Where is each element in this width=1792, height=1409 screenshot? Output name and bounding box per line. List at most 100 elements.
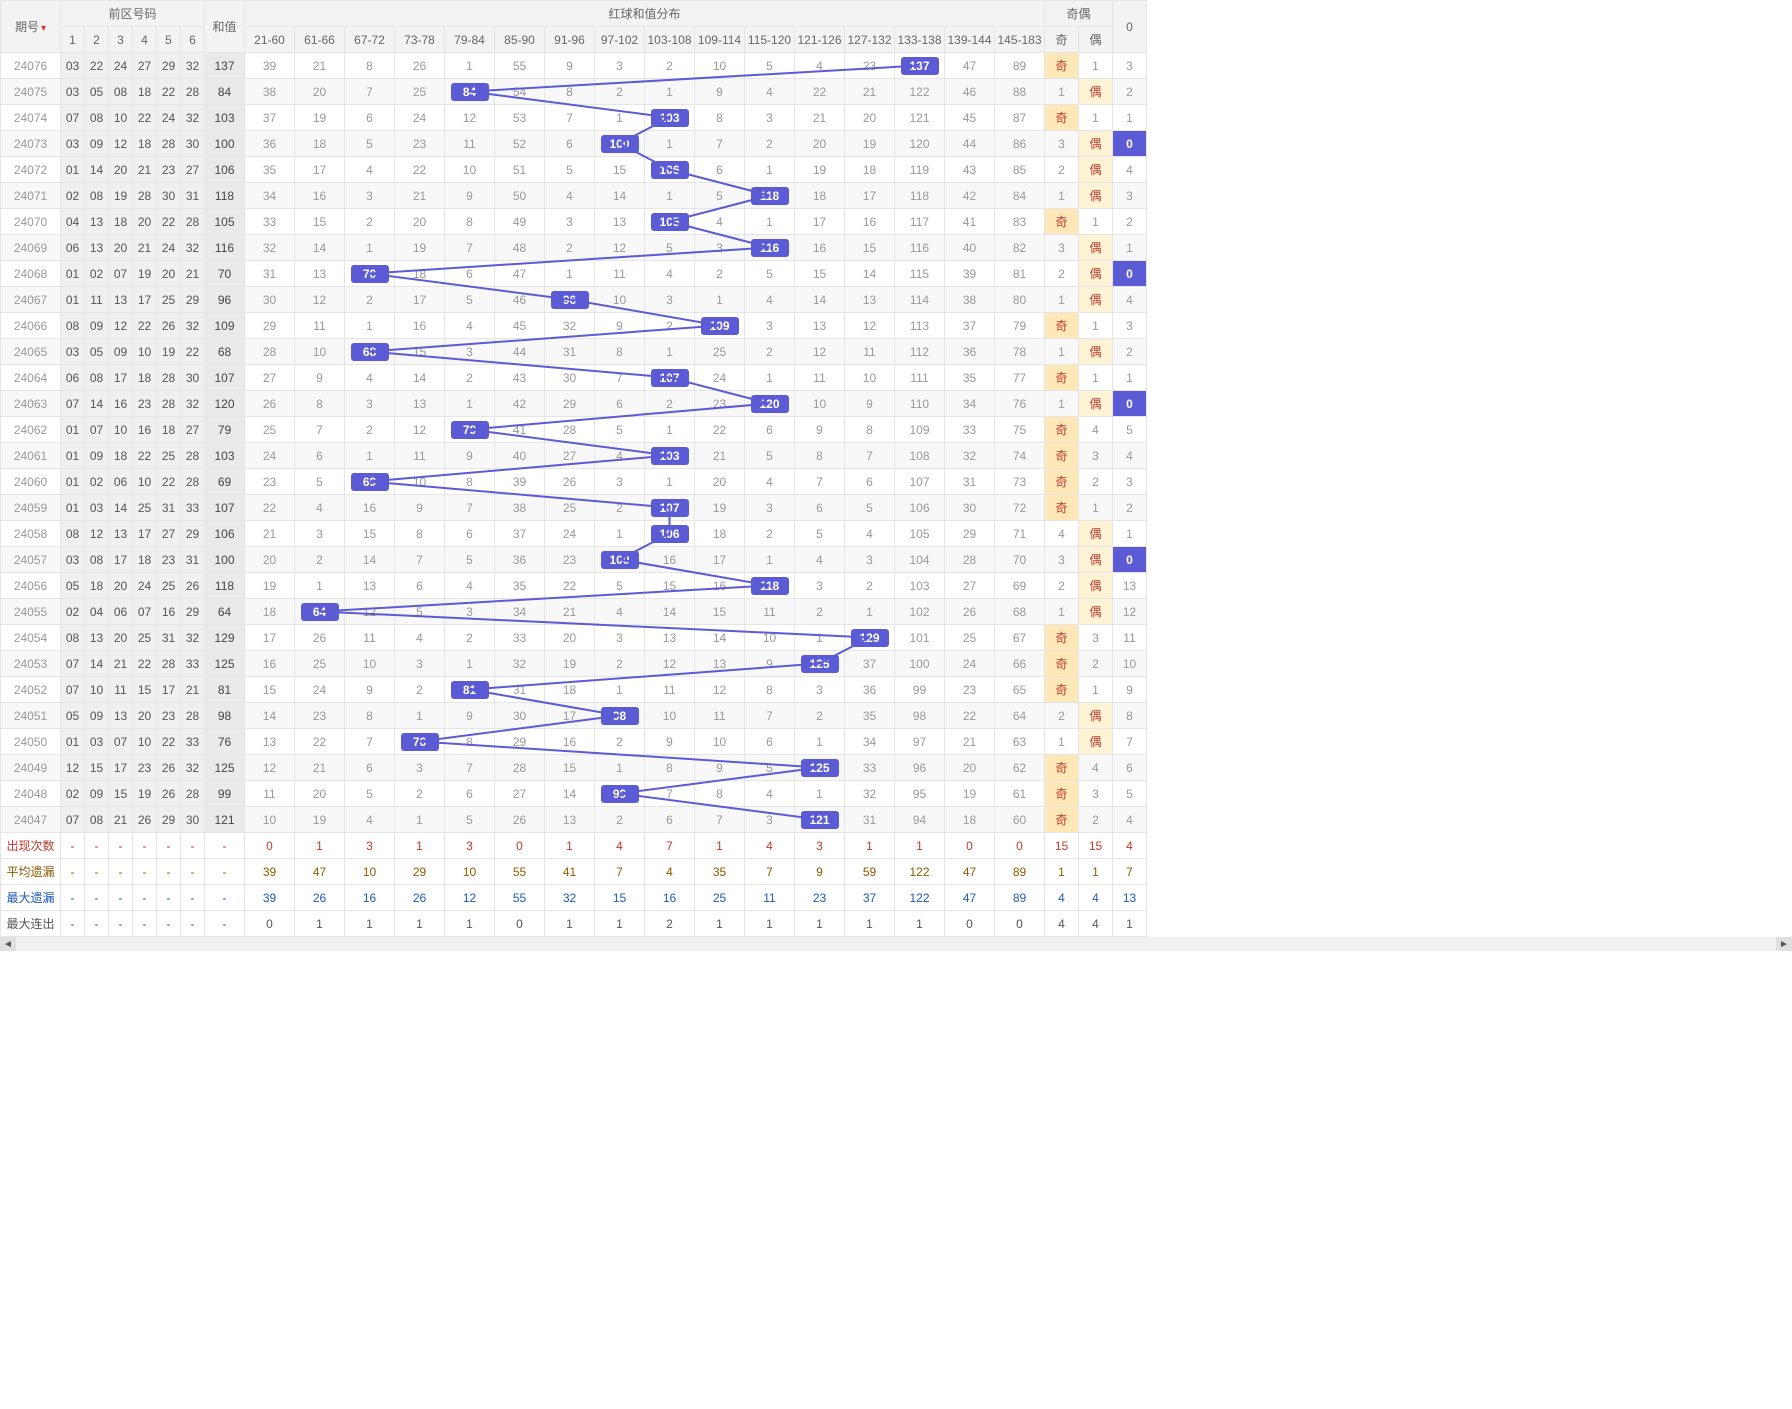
cell-ball: 21 <box>109 807 133 833</box>
footer-cell: - <box>205 911 245 937</box>
cell-ball: 01 <box>61 443 85 469</box>
cell-dist: 25 <box>245 417 295 443</box>
footer-cell: - <box>133 911 157 937</box>
cell-ball: 03 <box>85 729 109 755</box>
cell-dist: 28 <box>245 339 295 365</box>
footer-cell: 0 <box>245 833 295 859</box>
footer-cell: - <box>61 859 85 885</box>
cell-zero: 4 <box>1113 287 1147 313</box>
table-row: 2406503050910192268281068153443181252121… <box>1 339 1147 365</box>
cell-parity-even: 3 <box>1079 625 1113 651</box>
cell-dist: 3 <box>845 547 895 573</box>
header-period[interactable]: 期号▾ <box>1 1 61 53</box>
cell-dist: 24 <box>395 105 445 131</box>
footer-cell: 0 <box>245 911 295 937</box>
cell-dist: 83 <box>995 209 1045 235</box>
footer-cell: - <box>109 833 133 859</box>
scroll-left-arrow[interactable]: ◄ <box>0 937 16 951</box>
cell-dist: 17 <box>795 209 845 235</box>
cell-ball: 03 <box>61 339 85 365</box>
cell-dist: 4 <box>745 79 795 105</box>
cell-dist: 32 <box>545 313 595 339</box>
footer-cell: 47 <box>945 885 995 911</box>
cell-dist: 2 <box>545 235 595 261</box>
cell-ball: 12 <box>85 521 109 547</box>
cell-ball: 18 <box>133 547 157 573</box>
cell-dist: 8 <box>345 53 395 79</box>
cell-dist: 30 <box>945 495 995 521</box>
cell-dist: 9 <box>595 313 645 339</box>
cell-zero: 3 <box>1113 183 1147 209</box>
cell-dist: 49 <box>495 209 545 235</box>
cell-ball: 22 <box>85 53 109 79</box>
cell-parity-odd: 1 <box>1045 729 1079 755</box>
cell-dist: 4 <box>745 469 795 495</box>
cell-dist: 45 <box>495 313 545 339</box>
cell-ball: 07 <box>109 729 133 755</box>
footer-cell: 2 <box>645 911 695 937</box>
cell-dist: 17 <box>395 287 445 313</box>
cell-period: 24053 <box>1 651 61 677</box>
cell-dist: 103 <box>645 105 695 131</box>
cell-dist: 37 <box>945 313 995 339</box>
cell-dist: 20 <box>295 781 345 807</box>
cell-ball: 29 <box>181 287 205 313</box>
footer-cell: 89 <box>995 885 1045 911</box>
scroll-right-arrow[interactable]: ► <box>1776 937 1792 951</box>
cell-dist: 2 <box>745 131 795 157</box>
cell-sum: 129 <box>205 625 245 651</box>
table-row: 2405703081718233110020214753623100161714… <box>1 547 1147 573</box>
header-range: 79-84 <box>445 27 495 53</box>
cell-ball: 23 <box>133 755 157 781</box>
cell-dist: 22 <box>795 79 845 105</box>
cell-ball: 13 <box>85 625 109 651</box>
cell-ball: 17 <box>133 521 157 547</box>
cell-ball: 13 <box>109 521 133 547</box>
cell-dist: 41 <box>495 417 545 443</box>
cell-dist: 13 <box>345 573 395 599</box>
cell-ball: 29 <box>181 521 205 547</box>
cell-dist: 21 <box>395 183 445 209</box>
cell-dist: 14 <box>695 625 745 651</box>
cell-dist: 11 <box>345 625 395 651</box>
cell-dist: 1 <box>395 807 445 833</box>
cell-dist: 26 <box>245 391 295 417</box>
cell-dist: 1 <box>345 313 395 339</box>
cell-dist: 70 <box>995 547 1045 573</box>
cell-dist: 15 <box>345 521 395 547</box>
cell-zero: 2 <box>1113 209 1147 235</box>
header-parity: 偶 <box>1079 27 1113 53</box>
cell-dist: 7 <box>295 417 345 443</box>
cell-dist: 1 <box>695 287 745 313</box>
cell-dist: 17 <box>545 703 595 729</box>
cell-dist: 6 <box>395 573 445 599</box>
cell-dist: 64 <box>295 599 345 625</box>
footer-cell: 15 <box>1045 833 1079 859</box>
footer-cell: 15 <box>1079 833 1113 859</box>
footer-cell: - <box>85 833 109 859</box>
cell-dist: 118 <box>895 183 945 209</box>
footer-cell: - <box>61 911 85 937</box>
cell-ball: 25 <box>133 625 157 651</box>
cell-ball: 17 <box>157 677 181 703</box>
cell-dist: 114 <box>895 287 945 313</box>
cell-dist: 76 <box>995 391 1045 417</box>
cell-ball: 28 <box>181 703 205 729</box>
cell-parity-even: 偶 <box>1079 287 1113 313</box>
cell-dist: 2 <box>445 625 495 651</box>
cell-dist: 11 <box>445 131 495 157</box>
cell-period: 24065 <box>1 339 61 365</box>
cell-dist: 2 <box>345 287 395 313</box>
cell-parity-odd: 奇 <box>1045 781 1079 807</box>
cell-dist: 113 <box>895 313 945 339</box>
horizontal-scrollbar[interactable]: ◄ ► <box>0 937 1792 951</box>
header-range: 145-183 <box>995 27 1045 53</box>
cell-zero: 0 <box>1113 131 1147 157</box>
cell-dist: 11 <box>845 339 895 365</box>
cell-dist: 3 <box>745 313 795 339</box>
cell-dist: 8 <box>845 417 895 443</box>
cell-dist: 107 <box>895 469 945 495</box>
cell-parity-odd: 1 <box>1045 183 1079 209</box>
cell-parity-odd: 4 <box>1045 521 1079 547</box>
cell-zero: 7 <box>1113 729 1147 755</box>
